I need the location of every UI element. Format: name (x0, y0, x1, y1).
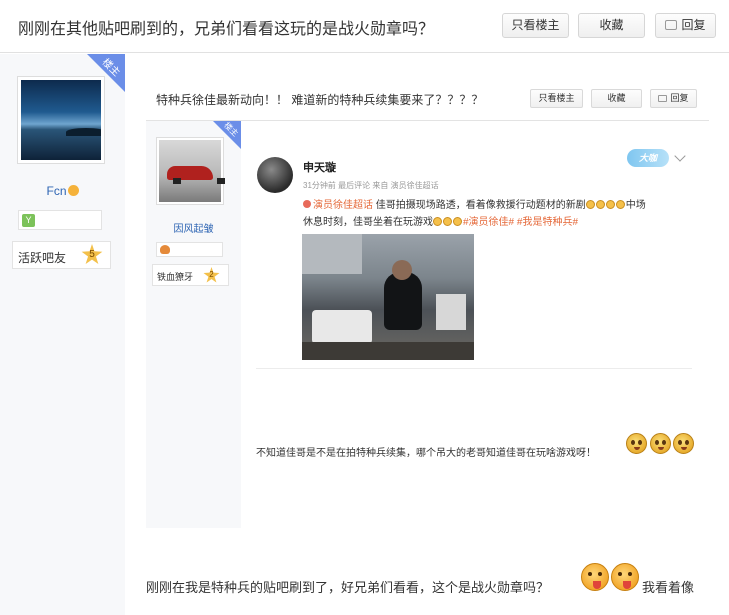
emoji-icon (67, 185, 79, 196)
embedded-author-avatar (156, 137, 225, 205)
emoji-icon (626, 433, 647, 454)
weibo-avatar (257, 157, 293, 193)
author-name-row: Fcn (0, 184, 125, 198)
chevron-down-icon (674, 150, 686, 162)
badge-icon: Y (22, 214, 35, 227)
weibo-meta: 31分钟前 最后评论 来自 演员徐佳超话 (303, 181, 439, 190)
embedded-author-sidebar: 楼主 因风起皱 铁血獠牙 2 (146, 121, 241, 528)
weibo-vip-badge: 大咖 (627, 149, 669, 167)
level-number: 5 (89, 249, 95, 260)
embedded-thread-title: 特种兵徐佳最新动向！！ 难道新的特种兵续集要来了？？？？ (156, 93, 484, 107)
embedded-favorite-button: 收藏 (591, 89, 642, 108)
post-content: 刚刚在我是特种兵的贴吧刷到了，好兄弟们看看，这个是战火勋章吗？ (146, 580, 550, 595)
weibo-photo (302, 234, 474, 360)
emoji-icon (595, 200, 605, 209)
weibo-text: 佳哥拍摄现场路透，看着像救援行动题材的新剧 (375, 200, 586, 211)
thread-header: 刚刚在其他贴吧刷到的，兄弟们看看这玩的是战火勋章吗？ 只看楼主 收藏 回复 (0, 0, 729, 53)
level-star-icon: 2 (203, 267, 220, 283)
emoji-icon (615, 200, 625, 209)
embedded-reply-button: 回复 (650, 89, 697, 108)
author-name[interactable]: Fcn (46, 184, 66, 198)
comment-icon (658, 95, 668, 102)
heart-icon (303, 200, 311, 208)
emoji-icon (605, 200, 615, 209)
level-star-icon: 5 (81, 244, 103, 265)
tongue-emoji-icon (581, 563, 609, 591)
weibo-username: 申天璇 (303, 162, 336, 174)
embedded-only-op-button: 只看楼主 (530, 89, 583, 108)
emoji-icon (673, 433, 694, 454)
level-badge[interactable]: 活跃吧友 5 (12, 241, 111, 269)
emoji-icon (443, 217, 452, 226)
embedded-reply-label: 回复 (670, 93, 689, 103)
avatar-image (21, 80, 101, 160)
weibo-text-tail: 中场 (625, 200, 646, 211)
member-badge[interactable]: Y (18, 210, 102, 230)
comment-icon (665, 20, 678, 30)
author-sidebar: 楼主 Fcn Y 活跃吧友 5 (0, 54, 125, 615)
emoji-icon (433, 217, 442, 226)
car-image (159, 140, 225, 202)
emoji-icon (453, 217, 462, 226)
divider (256, 368, 692, 369)
reply-button-label: 回复 (681, 18, 706, 32)
weibo-text-line2: 休息时刻，佳哥坐着在玩游戏 #演员徐佳# #我是特种兵# (303, 213, 578, 228)
embedded-author-name: 因风起皱 (173, 224, 214, 235)
weibo-text: 休息时刻，佳哥坐着在玩游戏 (303, 217, 433, 228)
embedded-level-title: 铁血獠牙 (157, 272, 194, 282)
post-content-tail: 我看着像 (642, 580, 695, 595)
level-title: 活跃吧友 (18, 251, 67, 265)
emoji-icon (650, 433, 671, 454)
embedded-level-badge: 铁血獠牙 2 (152, 264, 229, 286)
emoji-icon (585, 200, 595, 209)
embedded-level-number: 2 (209, 270, 214, 279)
only-op-button[interactable]: 只看楼主 (502, 13, 569, 38)
reply-button[interactable]: 回复 (655, 13, 716, 38)
tongue-emoji-icon (611, 563, 639, 591)
embedded-reply-text: 不知道佳哥是不是在拍特种兵续集，哪个吊大的老哥知道佳哥在玩啥游戏呀！ (256, 448, 596, 459)
thread-title: 刚刚在其他贴吧刷到的，兄弟们看看这玩的是战火勋章吗？ (18, 21, 435, 38)
embedded-member-badge (156, 242, 223, 257)
weibo-hashtags: #演员徐佳# #我是特种兵# (463, 217, 579, 228)
weibo-supertopic-tag: 演员徐佳超话 (313, 200, 373, 211)
author-avatar[interactable] (17, 76, 105, 164)
badge-icon (160, 245, 170, 254)
favorite-button[interactable]: 收藏 (578, 13, 645, 38)
weibo-text-line1: 演员徐佳超话 佳哥拍摄现场路透，看着像救援行动题材的新剧 中场 (303, 196, 646, 211)
